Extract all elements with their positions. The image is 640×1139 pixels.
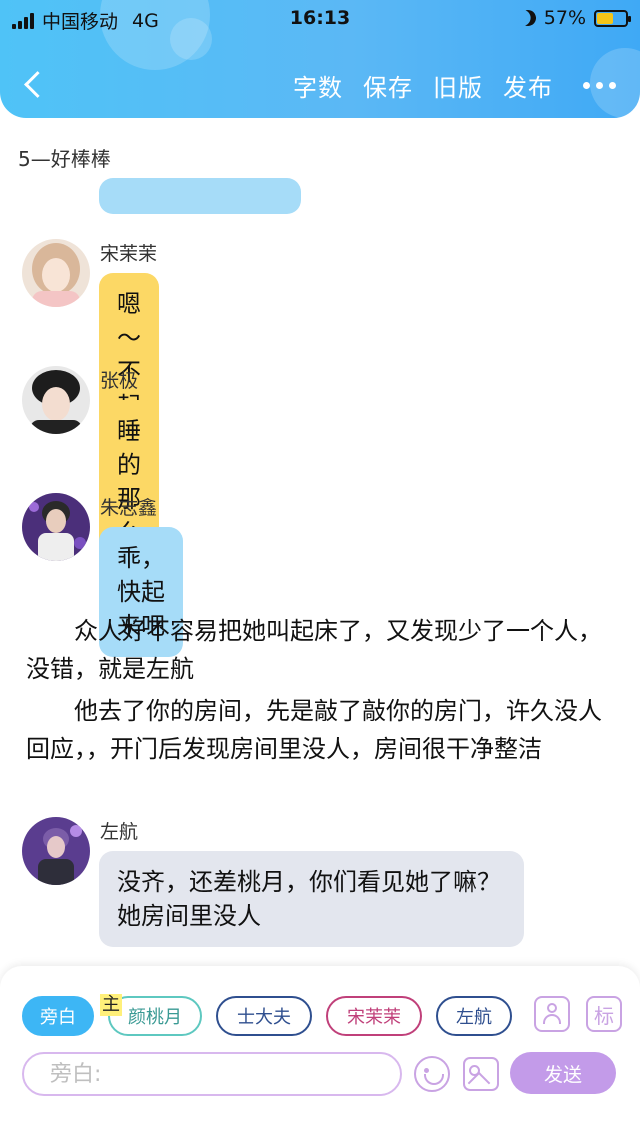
narration-paragraph: 众人好不容易把她叫起床了，又发现少了一个人，没错，就是左航 [26, 617, 602, 683]
chat-bubble: 没齐，还差桃月，你们看见她了嘛？她房间里没人 [99, 851, 524, 947]
sender-name: 朱志鑫 [100, 497, 158, 519]
sender-name: 张极 [100, 370, 139, 392]
person-icon[interactable] [534, 996, 570, 1032]
publish-button[interactable]: 发布 [503, 68, 553, 103]
battery-icon [594, 9, 631, 27]
image-icon[interactable] [463, 1057, 499, 1091]
status-bar: 中国移动 4G 16:13 57% [0, 0, 640, 38]
narration-paragraph: 他去了你的房间，先是敲了敲你的房门，许久没人回应，，开门后发现房间里没人，房间很… [26, 697, 602, 763]
battery-percent: 57% [543, 7, 586, 29]
character-chip[interactable]: 左航 [436, 996, 512, 1036]
send-button[interactable]: 发送 [510, 1052, 616, 1094]
avatar[interactable] [22, 239, 90, 307]
emoji-icon[interactable] [414, 1056, 450, 1092]
back-icon[interactable] [20, 68, 50, 102]
chat-bubble-partial [99, 178, 301, 214]
save-button[interactable]: 保存 [363, 68, 413, 103]
character-chip[interactable]: 宋茉茉 [326, 996, 422, 1036]
avatar[interactable] [22, 493, 90, 561]
word-count-button[interactable]: 字数 [293, 68, 343, 103]
old-version-button[interactable]: 旧版 [433, 68, 483, 103]
message-input[interactable] [22, 1052, 402, 1096]
tag-button[interactable]: 标 [586, 996, 622, 1032]
more-icon[interactable] [583, 82, 616, 89]
sender-name: 宋茉茉 [100, 243, 158, 265]
narrator-chip[interactable]: 旁白 [22, 996, 94, 1036]
main-character-tag: 主 [100, 994, 122, 1016]
character-chip[interactable]: 士大夫 [216, 996, 312, 1036]
avatar[interactable] [22, 366, 90, 434]
avatar[interactable] [22, 817, 90, 885]
nav-bar: 字数 保存 旧版 发布 [0, 62, 640, 108]
chapter-title: 5—好棒棒 [18, 147, 111, 171]
character-chip[interactable]: 颜桃月 [108, 996, 202, 1036]
sender-name: 左航 [100, 821, 139, 843]
moon-icon [518, 8, 539, 29]
header: 中国移动 4G 16:13 57% 字数 保存 旧版 发布 [0, 0, 640, 118]
